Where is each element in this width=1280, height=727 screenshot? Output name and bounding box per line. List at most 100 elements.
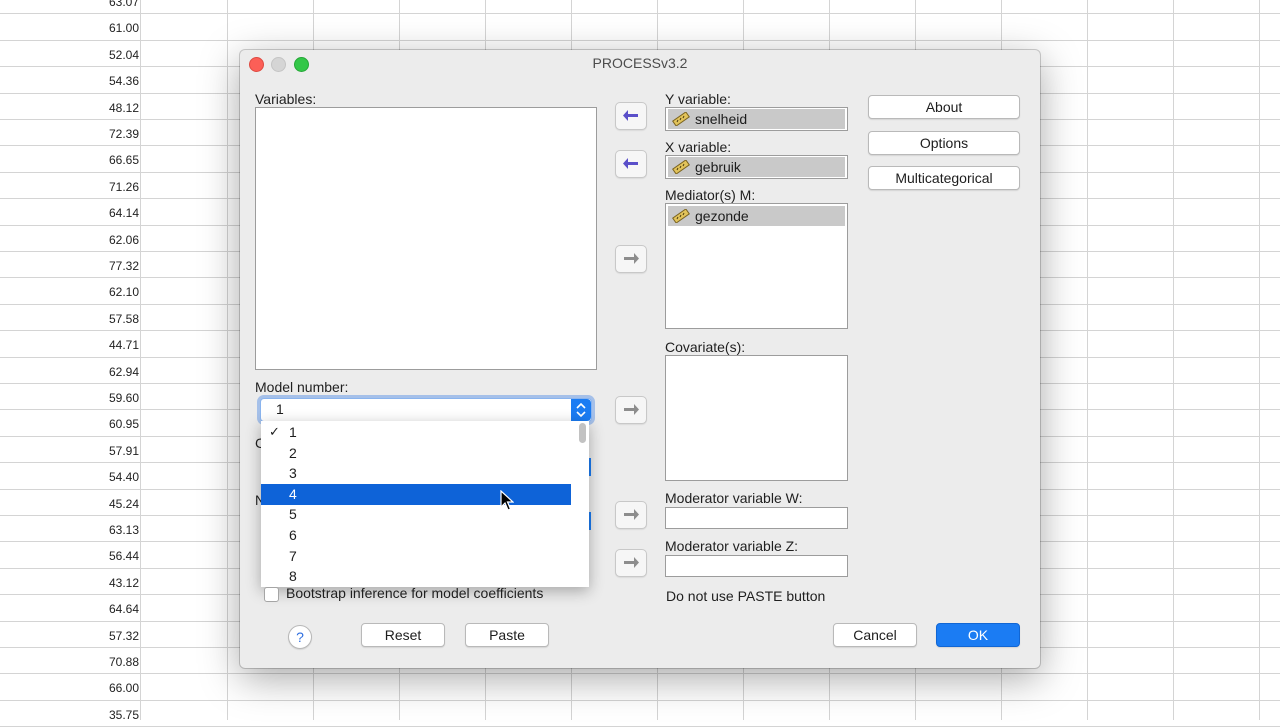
sheet-cell[interactable]: 60.95 [0,417,140,431]
help-button[interactable]: ? [288,625,312,649]
bootstrap-label: Bootstrap inference for model coefficien… [286,585,544,601]
ruler-icon [672,209,690,223]
chevron-updown-icon[interactable] [571,399,591,421]
move-moderator-w-button[interactable] [615,501,647,529]
sheet-cell[interactable]: 43.12 [0,576,140,590]
sheet-cell[interactable]: 63.07 [0,0,140,9]
variables-list[interactable] [255,107,597,370]
multicategorical-button[interactable]: Multicategorical [868,166,1020,190]
model-option-label: 5 [289,506,297,523]
model-option-label: 2 [289,444,297,461]
sheet-cell[interactable]: 62.94 [0,365,140,379]
mediator-value: gezonde [695,208,749,224]
sheet-cell[interactable]: 52.04 [0,48,140,62]
model-number-select[interactable]: 1 [260,398,592,422]
minimize-window-button[interactable] [271,57,286,72]
sheet-cell[interactable]: 57.91 [0,444,140,458]
model-option-label: 4 [289,485,297,502]
model-option-label: 1 [289,424,297,440]
model-option[interactable]: 4 [261,483,571,505]
bootstrap-checkbox[interactable] [264,587,279,602]
sheet-cell[interactable]: 45.24 [0,497,140,511]
covariates-label: Covariate(s): [665,339,746,355]
model-number-value: 1 [276,401,284,417]
sheet-cell[interactable]: 63.13 [0,523,140,537]
arrow-left-icon [623,156,638,169]
model-option[interactable]: 6 [261,525,571,546]
sheet-cell[interactable]: 62.06 [0,233,140,247]
sheet-cell[interactable]: 59.60 [0,391,140,405]
arrow-right-icon [624,555,639,568]
sheet-cell[interactable]: 64.14 [0,206,140,220]
y-variable-label: Y variable: [665,91,731,107]
dropdown-scrollbar[interactable] [579,423,586,443]
move-to-y-button[interactable] [615,102,647,130]
sheet-cell[interactable]: 61.00 [0,21,140,35]
paste-note: Do not use PASTE button [666,588,826,604]
move-moderator-z-button[interactable] [615,549,647,577]
variables-label: Variables: [255,91,317,107]
moderator-z-label: Moderator variable Z: [665,538,799,554]
mediator-item[interactable]: gezonde [668,206,845,226]
checkmark-icon: ✓ [269,424,280,439]
cancel-button[interactable]: Cancel [833,623,917,647]
y-variable-field[interactable]: snelheid [665,107,848,131]
sheet-cell[interactable]: 64.64 [0,602,140,616]
move-to-x-button[interactable] [615,150,647,178]
options-button[interactable]: Options [868,131,1020,155]
y-variable-item[interactable]: snelheid [668,109,845,129]
moderator-w-field[interactable] [665,507,848,529]
model-option-label: 3 [289,465,297,482]
arrow-left-icon [623,108,638,121]
process-dialog: PROCESSv3.2 Variables: Y variable: snelh… [240,50,1040,668]
sheet-cell[interactable]: 70.88 [0,655,140,669]
sheet-cell[interactable]: 57.32 [0,629,140,643]
sheet-row-line [0,39,1280,41]
sheet-cell[interactable]: 44.71 [0,338,140,352]
sheet-cell[interactable]: 72.39 [0,127,140,141]
reset-button[interactable]: Reset [361,623,445,647]
model-option[interactable]: 8 [261,566,571,587]
sheet-cell[interactable]: 66.00 [0,681,140,695]
model-option[interactable]: 2 [261,443,571,464]
move-mediator-button[interactable] [615,245,647,273]
ok-button[interactable]: OK [936,623,1020,647]
model-option[interactable]: 5 [261,504,571,525]
x-variable-item[interactable]: gebruik [668,157,845,177]
sheet-cell[interactable]: 57.58 [0,312,140,326]
ruler-icon [672,160,690,174]
move-covariate-button[interactable] [615,396,647,424]
sheet-cell[interactable]: 71.26 [0,180,140,194]
model-number-dropdown[interactable]: ✓ 1 2 3 4 5 6 7 8 [261,421,589,587]
sheet-cell[interactable]: 48.12 [0,101,140,115]
moderator-z-field[interactable] [665,555,848,577]
dialog-title: PROCESSv3.2 [592,55,688,71]
model-number-label: Model number: [255,379,349,395]
mediator-list[interactable]: gezonde [665,203,848,329]
ruler-icon [672,112,690,126]
arrow-right-icon [624,507,639,520]
sheet-cell[interactable]: 54.40 [0,470,140,484]
sheet-cell[interactable]: 66.65 [0,153,140,167]
sheet-cell[interactable]: 62.10 [0,285,140,299]
model-option[interactable]: ✓ 1 [261,422,571,443]
model-option[interactable]: 3 [261,463,571,484]
sheet-cell[interactable]: 54.36 [0,74,140,88]
x-variable-field[interactable]: gebruik [665,155,848,179]
sheet-row-line [0,13,1280,15]
arrow-right-icon [624,251,639,264]
sheet-cell[interactable]: 56.44 [0,549,140,563]
moderator-w-label: Moderator variable W: [665,490,803,506]
dialog-titlebar: PROCESSv3.2 [240,50,1040,76]
sheet-row-line [0,699,1280,701]
model-option-label: 8 [289,568,297,585]
zoom-window-button[interactable] [294,57,309,72]
sheet-row-line [0,673,1280,675]
about-button[interactable]: About [868,95,1020,119]
model-option-label: 6 [289,527,297,543]
close-window-button[interactable] [249,57,264,72]
model-option[interactable]: 7 [261,546,571,567]
covariates-list[interactable] [665,355,848,481]
sheet-cell[interactable]: 77.32 [0,259,140,273]
paste-button[interactable]: Paste [465,623,549,647]
